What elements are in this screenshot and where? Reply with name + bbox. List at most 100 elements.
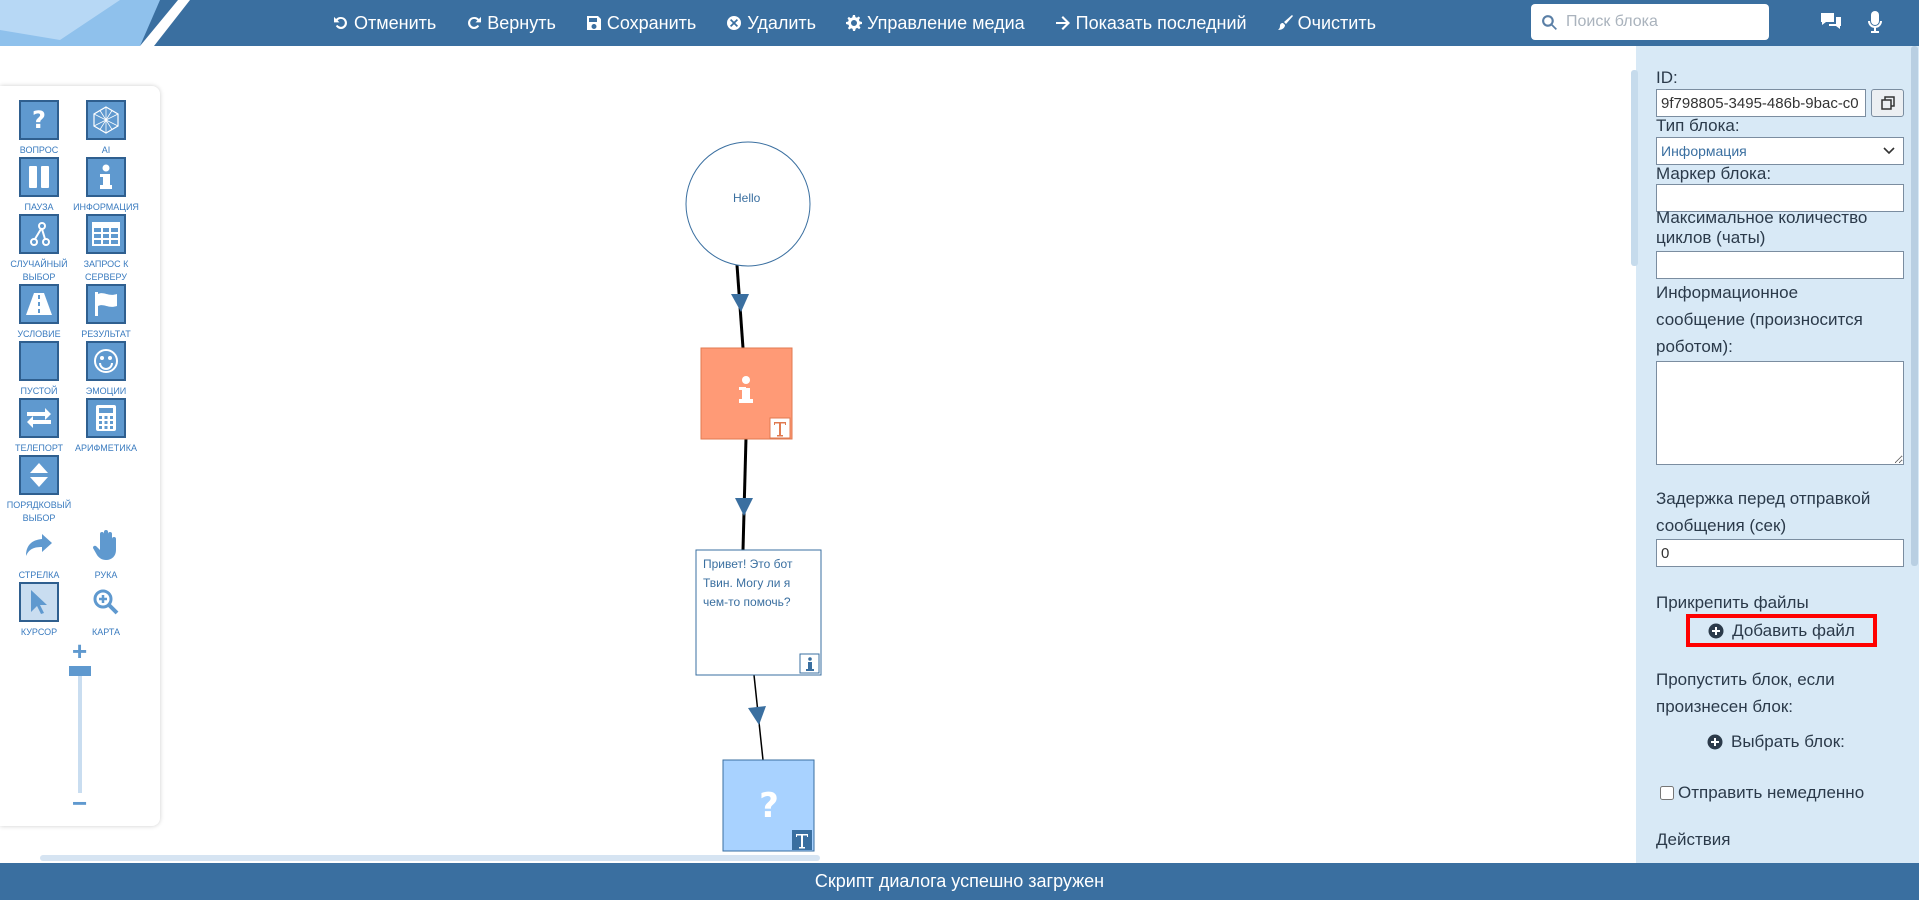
tool-arithmetic-label: Арифметика <box>74 443 138 453</box>
send-now-option[interactable]: Отправить немедленно <box>1660 783 1864 803</box>
send-now-label: Отправить немедленно <box>1678 783 1865 802</box>
delay-field[interactable] <box>1656 539 1904 567</box>
add-file-button[interactable]: Добавить файл <box>1708 621 1855 641</box>
tool-pause[interactable]: Пауза <box>6 157 72 214</box>
media-manage-button[interactable]: Управление медиа <box>846 13 1025 34</box>
tool-question[interactable]: ? Вопрос <box>6 100 72 157</box>
connector-arrow <box>731 294 749 312</box>
tool-empty[interactable]: Пустой <box>6 341 72 398</box>
attach-files-label: Прикрепить файлы <box>1656 593 1809 612</box>
tool-server-label-2: серверу <box>84 272 128 282</box>
tool-map[interactable]: Карта <box>73 582 139 639</box>
tool-result-label: Результат <box>81 329 131 339</box>
actions-label: Действия <box>1656 830 1731 849</box>
tool-ordinal-label-2: выбор <box>22 513 56 523</box>
send-now-checkbox[interactable] <box>1660 786 1674 800</box>
zoom-slider-track[interactable] <box>78 668 82 793</box>
connector-line[interactable] <box>741 437 748 551</box>
connector-arrow <box>735 498 753 516</box>
max-cycles-label-1: Максимальное количество <box>1656 208 1868 227</box>
choose-block-label: Выбрать блок: <box>1731 732 1845 751</box>
question-icon: ? <box>19 100 59 140</box>
panel-scrollbar[interactable] <box>1911 46 1918 566</box>
app-window: Отменить Вернуть Сохранить Удалить Управ… <box>0 0 1919 900</box>
info-icon <box>86 157 126 197</box>
info-message-label-3: роботом): <box>1656 337 1733 356</box>
brush-icon <box>1277 15 1293 30</box>
show-last-button[interactable]: Показать последний <box>1055 13 1247 34</box>
tool-condition[interactable]: Условие <box>6 284 72 341</box>
search-input[interactable] <box>1566 13 1756 31</box>
undo-icon <box>334 16 347 29</box>
choose-block-button[interactable]: Выбрать блок: <box>1707 732 1845 752</box>
microphone-button[interactable] <box>1867 11 1883 40</box>
flow-diagram: ? <box>685 141 822 852</box>
undo-button[interactable]: Отменить <box>333 13 436 34</box>
gear-icon <box>846 15 863 31</box>
tool-ordinal-choice[interactable]: Порядковый выбор <box>6 455 72 525</box>
ai-icon <box>86 100 126 140</box>
message-text-line-3: чем-то помочь? <box>703 595 791 609</box>
microphone-icon <box>1868 11 1882 33</box>
zoom-in-icon <box>86 582 126 622</box>
search-icon <box>1542 14 1557 30</box>
delay-label-1: Задержка перед отправкой <box>1656 489 1871 508</box>
chat-button[interactable] <box>1819 11 1843 38</box>
delay-label-2: сообщения (сек) <box>1656 516 1787 535</box>
table-icon <box>86 214 126 254</box>
tool-emotions[interactable]: Эмоции <box>73 341 139 398</box>
hand-icon <box>86 525 126 565</box>
chat-icon <box>1821 13 1841 29</box>
tool-arithmetic[interactable]: Арифметика <box>73 398 139 455</box>
tool-teleport[interactable]: Телепорт <box>6 398 72 455</box>
tool-hand[interactable]: Рука <box>73 525 139 582</box>
tool-question-label: Вопрос <box>19 145 59 155</box>
tool-condition-label: Условие <box>17 329 61 339</box>
tool-arrow[interactable]: Стрелка <box>6 525 72 582</box>
show-last-label: Показать последний <box>1075 12 1247 33</box>
tool-cursor-label: Курсор <box>20 627 58 637</box>
skip-block-label-2: произнесен блок: <box>1656 697 1794 716</box>
flow-canvas[interactable]: ? Hello Привет! Это бот Твин. Могу ли я … <box>0 46 1630 863</box>
id-label: ID: <box>1656 68 1678 87</box>
zoom-in-button[interactable]: + <box>72 638 87 664</box>
tool-hand-label: Рука <box>94 570 118 580</box>
info-small-icon <box>799 653 820 674</box>
tool-random-choice[interactable]: Случайный выбор <box>6 214 72 284</box>
tool-info[interactable]: Информация <box>73 157 139 214</box>
calculator-icon <box>86 398 126 438</box>
toolbar-actions: Отменить Вернуть Сохранить Удалить Управ… <box>333 0 1406 46</box>
search-box <box>1531 4 1769 40</box>
redo-icon <box>468 16 482 30</box>
copy-icon <box>1880 96 1895 110</box>
chevron-down-icon <box>1883 147 1895 155</box>
clear-label: Очистить <box>1297 12 1376 33</box>
max-cycles-field[interactable] <box>1656 251 1904 279</box>
tool-result[interactable]: Результат <box>73 284 139 341</box>
start-node-text: Hello <box>733 191 761 205</box>
canvas-vertical-scrollbar[interactable] <box>1631 70 1638 266</box>
redo-button[interactable]: Вернуть <box>466 13 556 34</box>
road-icon <box>19 284 59 324</box>
info-message-label-1: Информационное <box>1656 283 1799 302</box>
plus-circle-icon <box>1707 734 1723 750</box>
tool-pause-label: Пауза <box>24 202 54 212</box>
zoom-out-button[interactable]: − <box>72 790 87 816</box>
status-bar: Скрипт диалога успешно загружен <box>0 863 1919 900</box>
skip-block-label-1: Пропустить блок, если <box>1656 670 1835 689</box>
tool-cursor[interactable]: Курсор <box>6 582 72 639</box>
clear-button[interactable]: Очистить <box>1277 13 1376 34</box>
horizontal-scrollbar[interactable] <box>40 855 820 861</box>
info-message-textarea[interactable] <box>1656 361 1904 465</box>
plus-circle-icon <box>1708 623 1724 638</box>
zoom-slider-handle[interactable] <box>69 666 91 676</box>
tool-server-request[interactable]: Запрос к серверу <box>73 214 139 284</box>
save-button[interactable]: Сохранить <box>586 13 696 34</box>
tool-ordinal-label-1: Порядковый <box>6 500 72 510</box>
tool-ai-label: AI <box>101 145 111 155</box>
delete-button[interactable]: Удалить <box>726 13 816 34</box>
tool-ai[interactable]: AI <box>73 100 139 157</box>
flag-icon <box>86 284 126 324</box>
copy-id-button[interactable] <box>1871 89 1904 117</box>
question-mark-icon: ? <box>759 786 779 826</box>
